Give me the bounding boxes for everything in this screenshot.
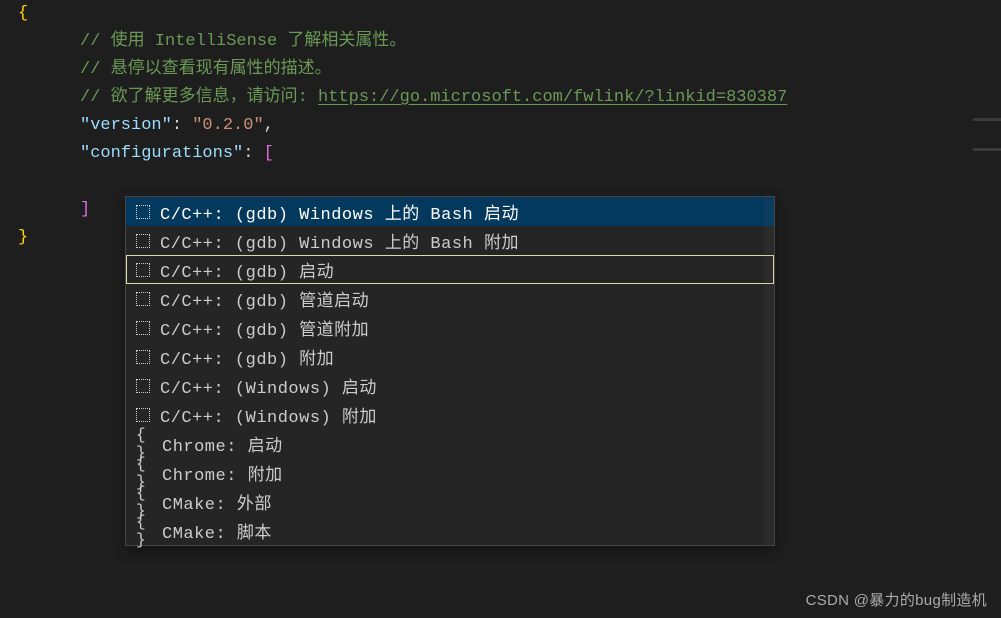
suggest-item-label: Chrome: 附加	[162, 460, 283, 486]
close-bracket: ]	[80, 200, 90, 219]
close-brace: }	[18, 228, 28, 247]
snippet-icon	[136, 263, 150, 277]
suggest-item[interactable]: C/C++: (gdb) 启动	[126, 255, 774, 284]
suggest-item-label: CMake: 脚本	[162, 518, 272, 544]
suggest-item[interactable]: C/C++: (Windows) 启动	[126, 371, 774, 400]
suggest-item-label: C/C++: (gdb) 附加	[160, 344, 334, 370]
suggest-item[interactable]: C/C++: (Windows) 附加	[126, 400, 774, 429]
open-bracket: [	[264, 144, 274, 163]
colon: :	[243, 144, 253, 163]
suggest-item-label: Chrome: 启动	[162, 431, 283, 457]
json-key-version: "version"	[80, 116, 172, 135]
suggest-item-label: C/C++: (gdb) 管道启动	[160, 286, 369, 312]
suggest-item-label: C/C++: (Windows) 启动	[160, 373, 377, 399]
comment-line-3-prefix: // 欲了解更多信息，请访问:	[80, 88, 318, 107]
docs-link[interactable]: https://go.microsoft.com/fwlink/?linkid=…	[318, 88, 787, 107]
comment-line-2: // 悬停以查看现有属性的描述。	[80, 60, 332, 79]
minimap-slice	[973, 148, 1001, 151]
suggest-scrollbar[interactable]	[764, 197, 774, 545]
open-brace: {	[18, 4, 28, 23]
snippet-icon	[136, 408, 150, 422]
intellisense-popup[interactable]: C/C++: (gdb) Windows 上的 Bash 启动 C/C++: (g…	[125, 196, 775, 546]
suggest-item[interactable]: C/C++: (gdb) Windows 上的 Bash 附加	[126, 226, 774, 255]
snippet-icon	[136, 379, 150, 393]
suggest-item[interactable]: { }CMake: 外部	[126, 487, 774, 516]
suggest-item-label: C/C++: (gdb) 管道附加	[160, 315, 369, 341]
suggest-item[interactable]: C/C++: (gdb) 管道启动	[126, 284, 774, 313]
snippet-icon	[136, 205, 150, 219]
braces-icon: { }	[136, 513, 154, 549]
suggest-item[interactable]: { }Chrome: 启动	[126, 429, 774, 458]
watermark: CSDN @暴力的bug制造机	[806, 589, 987, 610]
suggest-item[interactable]: C/C++: (gdb) 管道附加	[126, 313, 774, 342]
snippet-icon	[136, 292, 150, 306]
suggest-item[interactable]: C/C++: (gdb) 附加	[126, 342, 774, 371]
suggest-item[interactable]: { }CMake: 脚本	[126, 516, 774, 545]
suggest-item[interactable]: { }Chrome: 附加	[126, 458, 774, 487]
suggest-item-label: CMake: 外部	[162, 489, 272, 515]
suggest-item-label: C/C++: (gdb) Windows 上的 Bash 启动	[160, 199, 519, 225]
suggest-item-label: C/C++: (Windows) 附加	[160, 402, 377, 428]
comment-line-1: // 使用 IntelliSense 了解相关属性。	[80, 32, 406, 51]
suggest-item-label: C/C++: (gdb) 启动	[160, 257, 334, 283]
snippet-icon	[136, 321, 150, 335]
minimap-slice	[973, 118, 1001, 121]
json-key-configurations: "configurations"	[80, 144, 243, 163]
snippet-icon	[136, 350, 150, 364]
snippet-icon	[136, 234, 150, 248]
colon: :	[172, 116, 182, 135]
comma: ,	[264, 116, 274, 135]
suggest-item[interactable]: C/C++: (gdb) Windows 上的 Bash 启动	[126, 197, 774, 226]
suggest-item-label: C/C++: (gdb) Windows 上的 Bash 附加	[160, 228, 519, 254]
json-val-version: "0.2.0"	[192, 116, 263, 135]
